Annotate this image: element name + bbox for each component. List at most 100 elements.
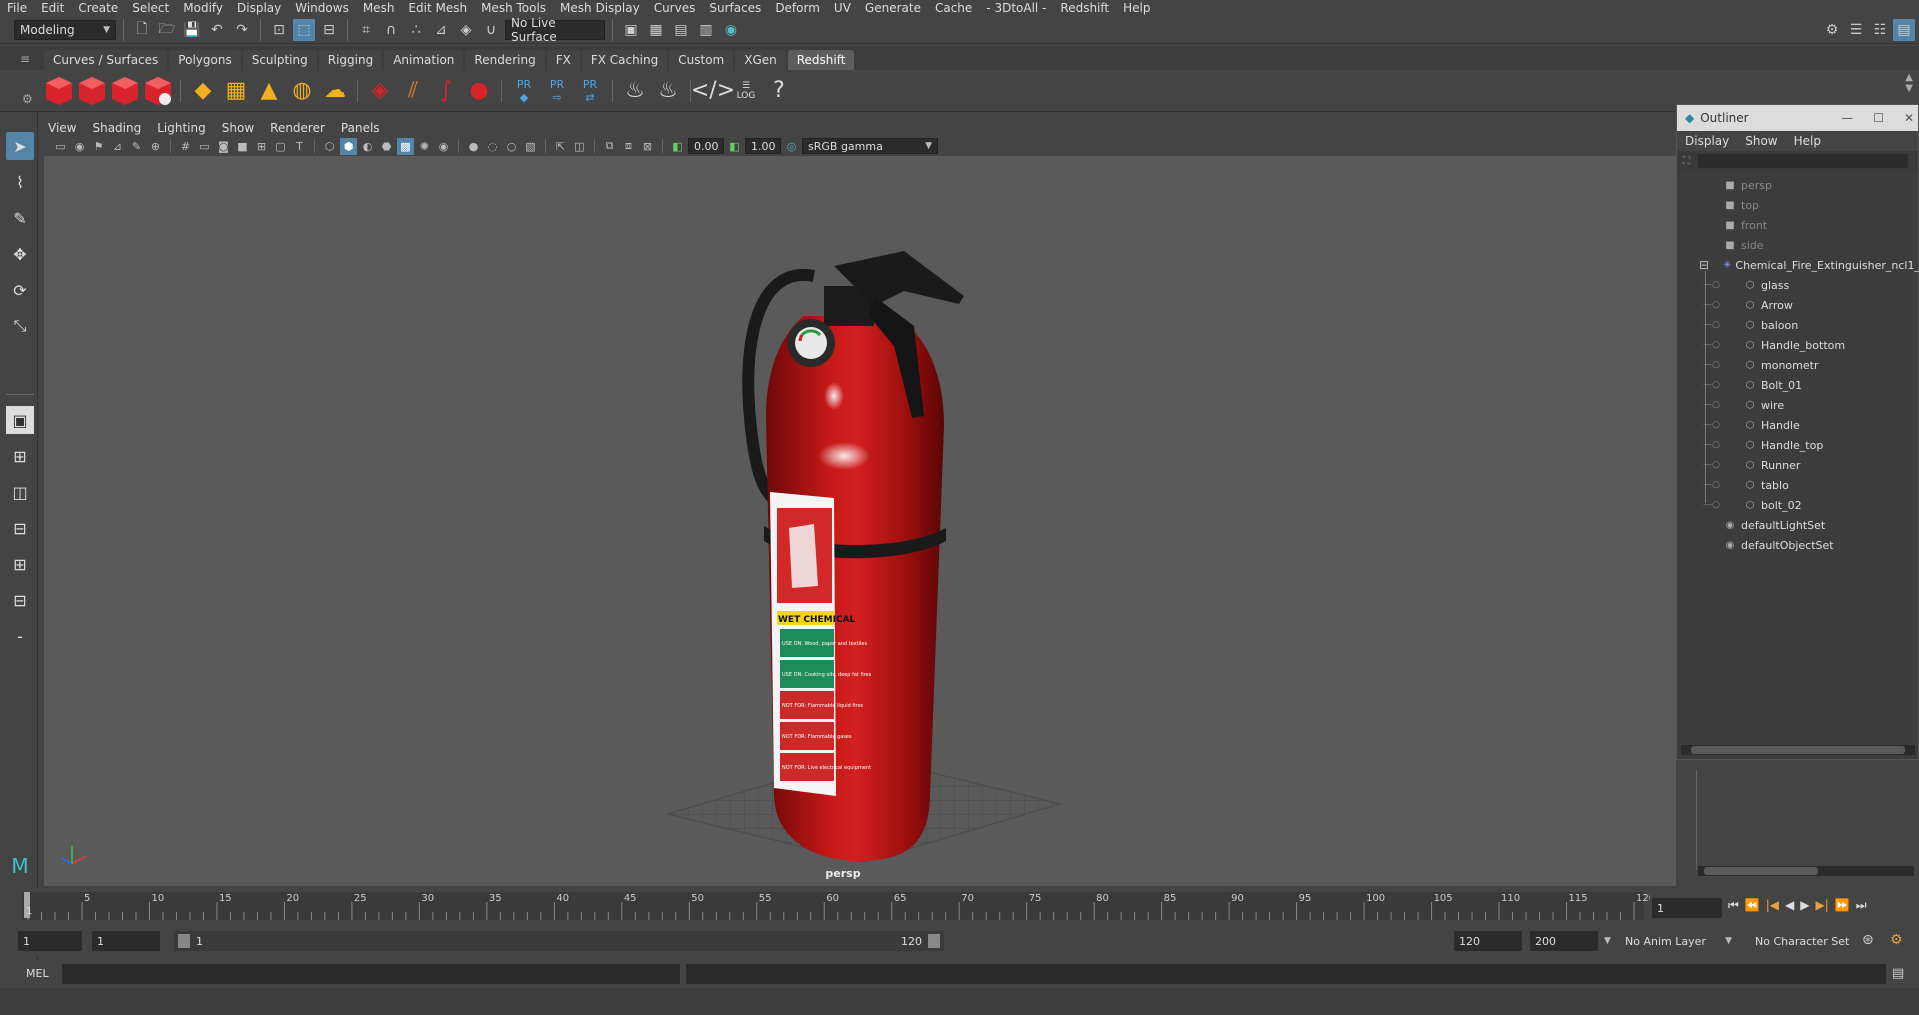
outliner-item[interactable]: —○ ⬡ tablo	[1677, 475, 1918, 495]
snap-point-icon[interactable]: ∴	[405, 19, 427, 41]
redshift-sphere-icon[interactable]: ●	[464, 74, 494, 108]
shelf-tab-sculpting[interactable]: Sculpting	[242, 50, 317, 70]
shadows-icon[interactable]: ◉	[435, 138, 452, 155]
bookmark-icon[interactable]: ⚑	[90, 138, 107, 155]
range-start-handle[interactable]	[178, 934, 190, 948]
minimize-icon[interactable]: —	[1841, 111, 1853, 125]
undo-icon[interactable]: ↶	[206, 19, 228, 41]
menu-mesh-display[interactable]: Mesh Display	[553, 1, 647, 15]
shelf-tab-rigging[interactable]: Rigging	[318, 50, 383, 70]
menu-uv[interactable]: UV	[827, 1, 858, 15]
step-forward-frame-icon[interactable]: ▶|	[1816, 898, 1829, 913]
redshift-hair-icon[interactable]: ⫽	[398, 74, 428, 108]
render-frame-icon[interactable]: ▦	[645, 19, 667, 41]
viewport-menu-show[interactable]: Show	[214, 121, 262, 135]
range-slider[interactable]: 1 120	[174, 931, 944, 951]
redshift-script-icon[interactable]: </>	[691, 74, 735, 108]
redshift-pr-proxy-icon[interactable]: PR ◆	[509, 74, 539, 108]
render-settings-icon[interactable]: ▥	[695, 19, 717, 41]
redshift-light-portal-icon[interactable]: ▦	[221, 74, 251, 108]
step-forward-key-icon[interactable]: ⏩	[1835, 898, 1850, 913]
viewport-menu-renderer[interactable]: Renderer	[262, 121, 333, 135]
menu-surfaces[interactable]: Surfaces	[702, 1, 768, 15]
redshift-dome-light-icon[interactable]: ◍	[287, 74, 317, 108]
menu-deform[interactable]: Deform	[768, 1, 827, 15]
range-end-handle[interactable]	[928, 934, 940, 948]
shelf-tab-redshift[interactable]: Redshift	[787, 50, 855, 70]
animation-preferences-icon[interactable]: ⚙	[1890, 932, 1903, 948]
outliner-layout-icon[interactable]: ⊟	[6, 586, 34, 614]
menu-redshift[interactable]: Redshift	[1053, 1, 1116, 15]
snap-grid-icon[interactable]: ⌗	[355, 19, 377, 41]
select-tool-icon[interactable]: ➤	[6, 132, 34, 160]
script-editor-icon[interactable]: ▤	[1892, 966, 1904, 981]
maximize-icon[interactable]: ☐	[1873, 111, 1884, 125]
image-plane-icon[interactable]: ⊿	[109, 138, 126, 155]
gate-mask-icon[interactable]: ■	[234, 138, 251, 155]
redshift-pr-export-icon[interactable]: PR ⇨	[542, 74, 572, 108]
step-back-key-icon[interactable]: ⏪	[1745, 898, 1760, 913]
redshift-material-icon[interactable]: ♨	[620, 74, 650, 108]
go-to-end-icon[interactable]: ⏭	[1856, 898, 1867, 913]
outliner-search-input[interactable]	[1698, 154, 1908, 168]
redshift-sun-sky-icon[interactable]: ☁	[320, 74, 350, 108]
tool-settings-icon[interactable]: ☷	[1869, 19, 1891, 41]
ipr-render-icon[interactable]: ▤	[670, 19, 692, 41]
safe-action-icon[interactable]: ▢	[272, 138, 289, 155]
rotate-tool-icon[interactable]: ⟳	[6, 276, 34, 304]
exposure-field[interactable]: 0.00	[688, 138, 724, 154]
play-forwards-icon[interactable]: ▶	[1800, 898, 1809, 913]
go-to-start-icon[interactable]: ⏮	[1728, 898, 1739, 913]
hypershade-icon[interactable]: ◉	[720, 19, 742, 41]
use-all-lights-icon[interactable]: ✺	[416, 138, 433, 155]
single-pane-layout-icon[interactable]: ▣	[6, 406, 34, 434]
outliner-item[interactable]: ◉ defaultObjectSet	[1677, 535, 1918, 555]
snap-view-icon[interactable]: ⊿	[430, 19, 452, 41]
channel-box-icon[interactable]: ▤	[1893, 18, 1915, 41]
wireframe-on-shaded-icon[interactable]: ⬣	[378, 138, 395, 155]
shelf-tab-fx-caching[interactable]: FX Caching	[581, 50, 668, 70]
open-scene-icon[interactable]: 🗁	[156, 19, 178, 41]
outliner-item[interactable]: ■ front	[1677, 215, 1918, 235]
menu-create[interactable]: Create	[71, 1, 125, 15]
viewport-menu-shading[interactable]: Shading	[84, 121, 149, 135]
redshift-render-frame-icon[interactable]	[77, 74, 107, 108]
menu-mesh-tools[interactable]: Mesh Tools	[474, 1, 553, 15]
live-surface-field[interactable]: No Live Surface	[505, 16, 605, 44]
isolate-select-icon[interactable]: ⇱	[552, 138, 569, 155]
scroll-thumb[interactable]	[1691, 746, 1905, 754]
snap-surface-icon[interactable]: ◈	[455, 19, 477, 41]
snap-curve-icon[interactable]: ∩	[380, 19, 402, 41]
paint-select-tool-icon[interactable]: ✎	[6, 204, 34, 232]
scale-tool-icon[interactable]: ⤡	[6, 312, 34, 340]
two-pane-stacked-icon[interactable]: ⊟	[6, 514, 34, 542]
outliner-item[interactable]: ⊟ ✳ Chemical_Fire_Extinguisher_ncl1_1	[1677, 255, 1919, 275]
default-material-icon[interactable]: ◐	[359, 138, 376, 155]
save-scene-icon[interactable]: 💾	[181, 19, 203, 41]
outliner-item[interactable]: ■ persp	[1677, 175, 1918, 195]
four-pane-layout-icon[interactable]: ⊞	[6, 442, 34, 470]
character-set-dropdown[interactable]: No Character Set	[1750, 931, 1864, 951]
play-backwards-icon[interactable]: ◀	[1785, 898, 1794, 913]
textured-icon[interactable]: ▩	[397, 137, 414, 155]
playback-start-field[interactable]: 1	[92, 931, 160, 951]
outliner-menu-display[interactable]: Display	[1677, 134, 1737, 148]
menu-curves[interactable]: Curves	[647, 1, 703, 15]
menu-help[interactable]: Help	[1116, 1, 1157, 15]
viewport-menu-lighting[interactable]: Lighting	[149, 121, 214, 135]
mode-dropdown[interactable]: Modeling ▼	[14, 19, 116, 40]
lasso-tool-icon[interactable]: ⌇	[6, 168, 34, 196]
motion-blur-icon[interactable]: ◌	[484, 138, 501, 155]
menu-edit[interactable]: Edit	[34, 1, 71, 15]
animation-start-field[interactable]: 1	[18, 931, 82, 951]
filter-icon[interactable]: ⛶	[1683, 156, 1690, 167]
outliner-item[interactable]: —○ ⬡ Handle_bottom	[1677, 335, 1918, 355]
smooth-shade-icon[interactable]: ⬢	[340, 137, 357, 155]
screen-space-ao-icon[interactable]: ●	[465, 138, 482, 155]
three-pane-layout-icon[interactable]: ⊞	[6, 550, 34, 578]
outliner-item[interactable]: —○ ⬡ glass	[1677, 275, 1918, 295]
outliner-item[interactable]: —○ ⬡ Arrow	[1677, 295, 1918, 315]
multisample-aa-icon[interactable]: ○	[503, 138, 520, 155]
shelf-tab-curves-surfaces[interactable]: Curves / Surfaces	[44, 50, 168, 70]
current-frame-field[interactable]: 1	[1652, 898, 1722, 918]
